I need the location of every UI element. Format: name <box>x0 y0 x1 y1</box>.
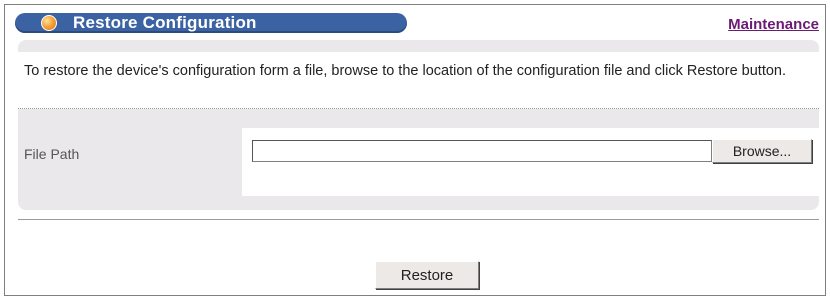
restore-configuration-window: Restore Configuration Maintenance To res… <box>4 4 826 296</box>
instructions-box: To restore the device's configuration fo… <box>18 52 819 109</box>
browse-button[interactable]: Browse... <box>712 139 812 163</box>
restore-panel: To restore the device's configuration fo… <box>18 40 819 210</box>
file-path-input[interactable] <box>252 140 712 162</box>
maintenance-link[interactable]: Maintenance <box>728 16 819 33</box>
instructions-text: To restore the device's configuration fo… <box>24 63 787 79</box>
file-path-label: File Path <box>24 146 80 162</box>
section-title-bar: Restore Configuration <box>15 13 407 33</box>
orange-dot-icon <box>41 15 57 31</box>
restore-button[interactable]: Restore <box>375 261 479 289</box>
page-title: Restore Configuration <box>73 13 257 32</box>
file-path-row: Browse... <box>242 128 819 196</box>
divider <box>18 219 819 221</box>
